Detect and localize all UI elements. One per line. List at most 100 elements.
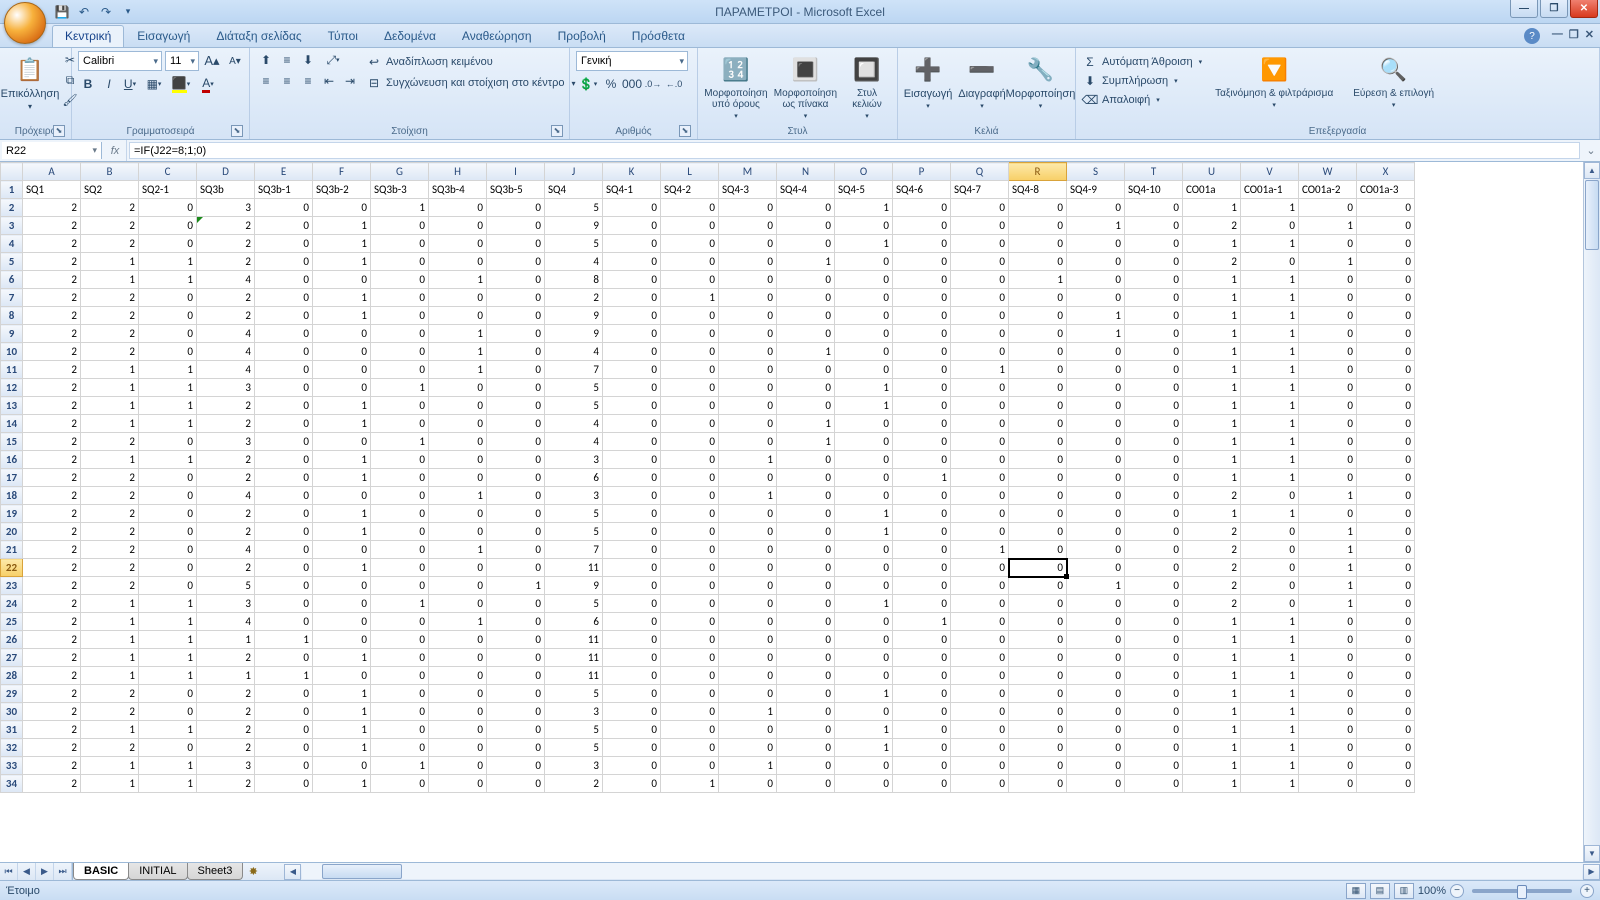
cell[interactable]: SQ3b — [197, 181, 255, 199]
cell[interactable]: 1 — [719, 487, 777, 505]
cell[interactable]: 0 — [661, 397, 719, 415]
cell[interactable]: 0 — [719, 595, 777, 613]
cell[interactable]: 0 — [661, 505, 719, 523]
cell[interactable]: 0 — [429, 685, 487, 703]
col-header[interactable]: C — [139, 163, 197, 181]
cell[interactable]: 0 — [1009, 775, 1067, 793]
minimize-button[interactable]: — — [1510, 0, 1538, 18]
row-header[interactable]: 7 — [1, 289, 23, 307]
cell[interactable]: SQ3b-3 — [371, 181, 429, 199]
cell[interactable]: 1 — [429, 343, 487, 361]
cell[interactable]: SQ4-8 — [1009, 181, 1067, 199]
cell[interactable]: 0 — [893, 487, 951, 505]
cell[interactable]: 2 — [197, 307, 255, 325]
cell[interactable]: 1 — [1241, 325, 1299, 343]
cell[interactable]: 0 — [951, 775, 1009, 793]
cell[interactable]: 0 — [1009, 469, 1067, 487]
cell[interactable]: 0 — [777, 307, 835, 325]
cell[interactable]: SQ4 — [545, 181, 603, 199]
cell[interactable]: 0 — [313, 487, 371, 505]
cell[interactable]: 1 — [1067, 217, 1125, 235]
cell[interactable]: 0 — [139, 577, 197, 595]
cell[interactable]: 0 — [1357, 649, 1415, 667]
cell[interactable]: 0 — [719, 577, 777, 595]
cell[interactable]: 1 — [777, 253, 835, 271]
cell[interactable]: 0 — [139, 469, 197, 487]
cell[interactable]: 0 — [603, 703, 661, 721]
cell[interactable]: 0 — [139, 433, 197, 451]
cell[interactable]: 1 — [313, 721, 371, 739]
cell[interactable]: 2 — [197, 523, 255, 541]
cell[interactable]: 0 — [487, 415, 545, 433]
cell[interactable]: 0 — [1299, 397, 1357, 415]
cell[interactable]: 3 — [197, 199, 255, 217]
cell[interactable]: 0 — [1125, 703, 1183, 721]
cell[interactable]: 1 — [1183, 505, 1241, 523]
cell[interactable]: 0 — [951, 523, 1009, 541]
cell[interactable]: 0 — [255, 451, 313, 469]
cell[interactable]: 0 — [951, 433, 1009, 451]
cell[interactable]: 2 — [81, 343, 139, 361]
cell[interactable]: 0 — [893, 721, 951, 739]
cell[interactable]: 0 — [1067, 523, 1125, 541]
cell[interactable]: 2 — [23, 505, 81, 523]
cell[interactable]: 11 — [545, 631, 603, 649]
cell[interactable]: 2 — [197, 775, 255, 793]
cell[interactable]: 0 — [1357, 595, 1415, 613]
cell[interactable]: 0 — [487, 289, 545, 307]
cell[interactable]: 1 — [313, 253, 371, 271]
cell[interactable]: 0 — [719, 631, 777, 649]
cell[interactable]: 0 — [777, 631, 835, 649]
cell[interactable]: 0 — [719, 361, 777, 379]
cell[interactable]: 0 — [429, 577, 487, 595]
cell[interactable]: 0 — [835, 541, 893, 559]
cell[interactable]: 1 — [81, 649, 139, 667]
cell[interactable]: 1 — [1183, 307, 1241, 325]
cell[interactable]: 1 — [313, 397, 371, 415]
ribbon-tab-1[interactable]: Εισαγωγή — [124, 25, 203, 47]
cell[interactable]: 1 — [371, 433, 429, 451]
cell[interactable]: 1 — [81, 379, 139, 397]
cell[interactable]: 2 — [197, 253, 255, 271]
cell[interactable]: 0 — [371, 271, 429, 289]
cell[interactable]: 1 — [197, 631, 255, 649]
cell[interactable]: 1 — [1299, 217, 1357, 235]
cell[interactable]: 0 — [1009, 649, 1067, 667]
cell[interactable]: 1 — [81, 775, 139, 793]
cell[interactable]: 2 — [23, 523, 81, 541]
cell[interactable]: 1 — [1183, 379, 1241, 397]
cell[interactable]: 0 — [951, 325, 1009, 343]
cell[interactable]: 0 — [139, 289, 197, 307]
row-header[interactable]: 6 — [1, 271, 23, 289]
cell[interactable]: 2 — [23, 343, 81, 361]
cell[interactable]: 0 — [255, 739, 313, 757]
cell[interactable]: 0 — [1241, 523, 1299, 541]
cell[interactable]: 0 — [1009, 685, 1067, 703]
insert-button[interactable]: ➕Εισαγωγή▾ — [904, 51, 952, 113]
cell[interactable]: 2 — [197, 397, 255, 415]
cell[interactable]: 0 — [371, 577, 429, 595]
cell[interactable]: 0 — [1009, 667, 1067, 685]
cell[interactable]: 0 — [429, 253, 487, 271]
cell[interactable]: 0 — [661, 361, 719, 379]
cell[interactable]: 4 — [545, 415, 603, 433]
cell[interactable]: 0 — [1125, 685, 1183, 703]
cell[interactable]: 0 — [1125, 307, 1183, 325]
cell[interactable]: 0 — [777, 613, 835, 631]
cell[interactable]: 0 — [1067, 559, 1125, 577]
cell[interactable]: 1 — [1183, 451, 1241, 469]
cell[interactable]: 0 — [487, 343, 545, 361]
cell[interactable]: 0 — [429, 433, 487, 451]
increase-decimal-icon[interactable]: .0→ — [643, 75, 663, 93]
cell[interactable]: 0 — [1067, 469, 1125, 487]
cell[interactable]: 0 — [1009, 217, 1067, 235]
office-button[interactable] — [4, 2, 46, 44]
cell[interactable]: 0 — [719, 343, 777, 361]
scroll-thumb[interactable] — [1585, 180, 1599, 250]
cell[interactable]: 0 — [429, 523, 487, 541]
cell[interactable]: 1 — [719, 451, 777, 469]
cell[interactable]: 0 — [661, 433, 719, 451]
cell[interactable]: CO01a-3 — [1357, 181, 1415, 199]
cell[interactable]: 1 — [1067, 577, 1125, 595]
cell[interactable]: 0 — [777, 775, 835, 793]
